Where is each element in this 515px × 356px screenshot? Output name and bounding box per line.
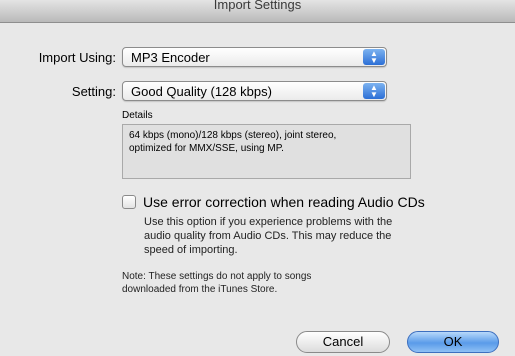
details-label: Details bbox=[122, 110, 153, 121]
details-line-1: 64 kbps (mono)/128 kbps (stereo), joint … bbox=[129, 130, 337, 141]
up-down-arrows-icon: ▲ ▼ bbox=[363, 49, 385, 65]
setting-value: Good Quality (128 kbps) bbox=[131, 84, 272, 99]
up-down-arrows-icon: ▲ ▼ bbox=[363, 83, 385, 99]
window-titlebar: Import Settings bbox=[0, 0, 515, 23]
desc-line-2: audio quality from Audio CDs. This may r… bbox=[144, 230, 392, 242]
window-title: Import Settings bbox=[213, 0, 302, 12]
itunes-store-note: Note: These settings do not apply to son… bbox=[122, 270, 311, 296]
import-using-label: Import Using: bbox=[38, 50, 116, 65]
ok-button[interactable]: OK bbox=[407, 331, 499, 353]
details-line-2: optimized for MMX/SSE, using MP. bbox=[129, 143, 284, 154]
details-box: 64 kbps (mono)/128 kbps (stereo), joint … bbox=[122, 124, 411, 179]
note-line-1: Note: These settings do not apply to son… bbox=[122, 271, 312, 282]
error-correction-label[interactable]: Use error correction when reading Audio … bbox=[143, 194, 425, 210]
setting-popup[interactable]: Good Quality (128 kbps) ▲ ▼ bbox=[122, 81, 387, 101]
note-line-2: downloaded from the iTunes Store. bbox=[122, 284, 278, 295]
import-using-popup[interactable]: MP3 Encoder ▲ ▼ bbox=[122, 47, 387, 67]
desc-line-3: speed of importing. bbox=[144, 244, 238, 256]
import-using-value: MP3 Encoder bbox=[131, 50, 210, 65]
setting-label: Setting: bbox=[71, 84, 116, 99]
error-correction-checkbox[interactable] bbox=[122, 195, 136, 209]
error-correction-description: Use this option if you experience proble… bbox=[144, 215, 392, 257]
desc-line-1: Use this option if you experience proble… bbox=[144, 216, 393, 228]
cancel-button[interactable]: Cancel bbox=[296, 331, 390, 353]
